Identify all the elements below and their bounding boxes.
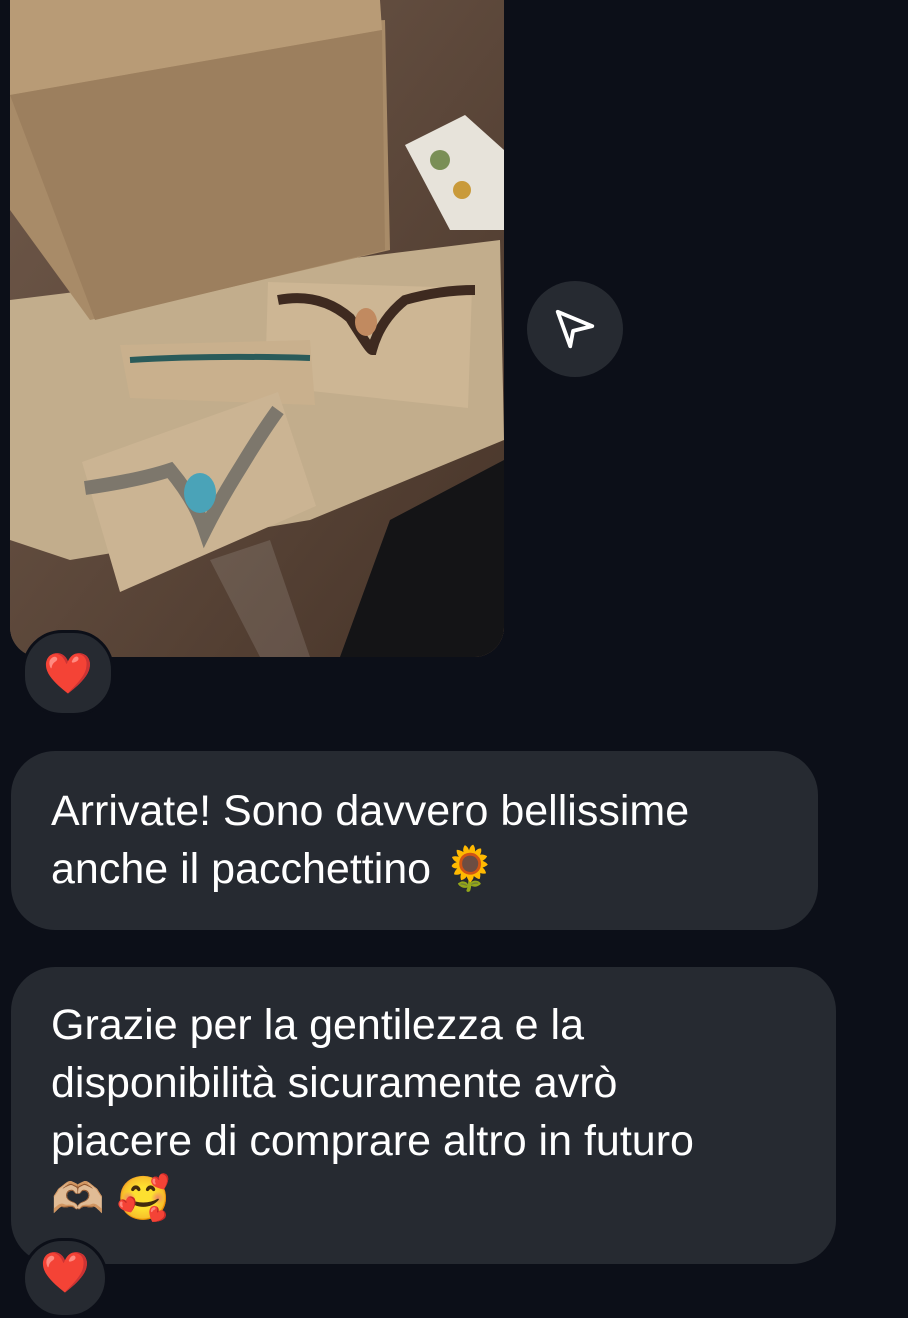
heart-icon: ❤️ <box>40 1250 90 1296</box>
heart-reaction[interactable]: ❤️ <box>22 630 114 716</box>
message-text-line: 🫶🏼 🥰 <box>51 1175 171 1223</box>
send-paper-plane-icon <box>555 309 595 349</box>
heart-icon: ❤️ <box>43 650 93 697</box>
message-bubble[interactable]: Grazie per la gentilezza e la disponibil… <box>11 967 836 1264</box>
message-bubble[interactable]: Arrivate! Sono davvero bellissime anche … <box>11 751 818 930</box>
message-text-line: disponibilità sicuramente avrò <box>51 1059 618 1107</box>
message-text-line: anche il pacchettino 🌻 <box>51 845 497 893</box>
share-button[interactable] <box>527 281 623 377</box>
shared-photo[interactable] <box>10 0 504 657</box>
photo-image <box>10 0 504 657</box>
message-text-line: Arrivate! Sono davvero bellissime <box>51 787 690 835</box>
heart-reaction[interactable]: ❤️ <box>22 1238 108 1318</box>
message-text-line: Grazie per la gentilezza e la <box>51 1001 585 1049</box>
message-text-line: piacere di comprare altro in futuro <box>51 1117 694 1165</box>
